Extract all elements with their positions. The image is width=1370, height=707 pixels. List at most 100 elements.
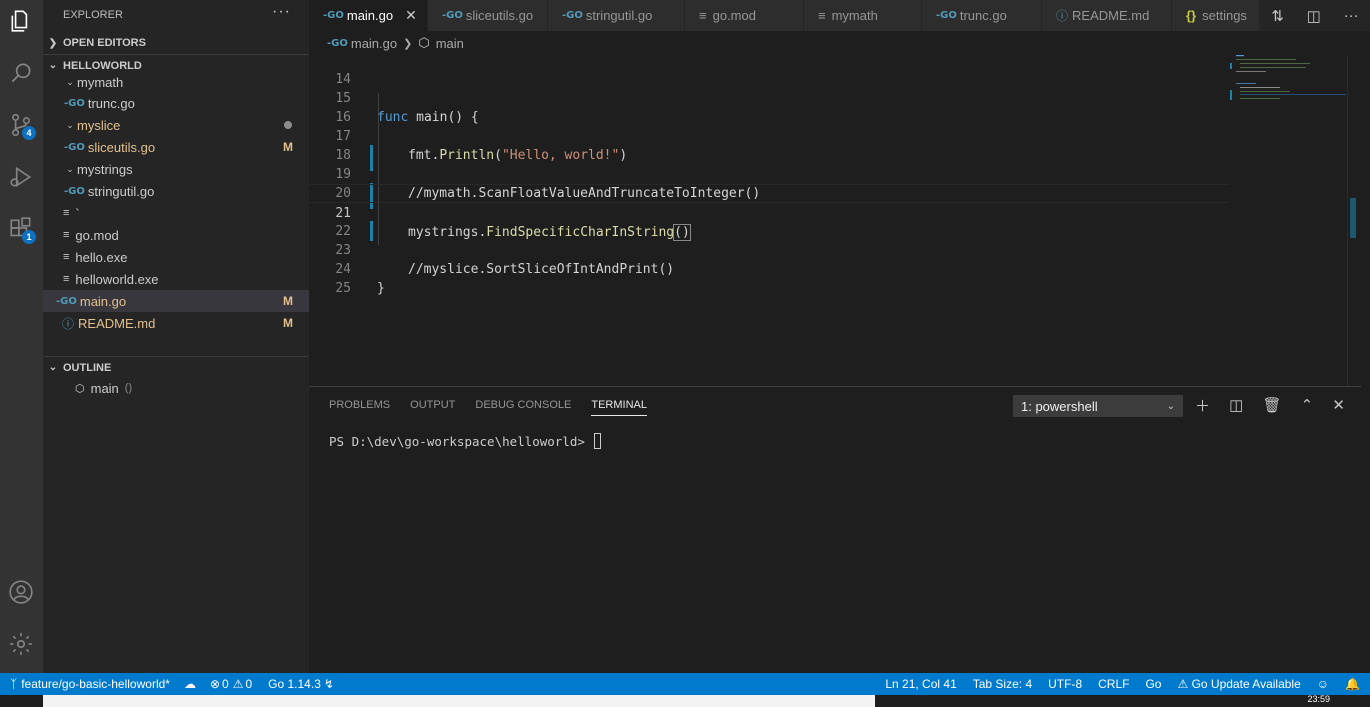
trash-icon[interactable]: 🗑 bbox=[1262, 396, 1281, 414]
more-actions-icon[interactable]: ··· bbox=[272, 3, 291, 21]
code-line: 19 //mymath.ScanFloatValueAndTruncateToI… bbox=[309, 146, 1229, 201]
go-file-icon: -GO bbox=[64, 97, 85, 109]
tree-item-label: myslice bbox=[77, 117, 121, 133]
tree-file-helloworld-exe[interactable]: ≡ helloworld.exe bbox=[43, 268, 309, 290]
compare-changes-icon[interactable]: ⇅ bbox=[1271, 7, 1284, 25]
new-terminal-icon[interactable]: ＋ bbox=[1195, 395, 1210, 416]
tab-readme-md[interactable]: ⓘ README.md bbox=[1042, 0, 1172, 31]
tab-debug-console[interactable]: DEBUG CONSOLE bbox=[475, 399, 571, 411]
panel-edge bbox=[1361, 386, 1370, 673]
notifications-bell-icon[interactable]: 🔔 bbox=[1345, 677, 1360, 691]
search-icon[interactable] bbox=[6, 58, 36, 88]
go-version-status[interactable]: Go 1.14.3 ↯ bbox=[268, 677, 334, 691]
terminal-output[interactable]: PS D:\dev\go-workspace\helloworld> bbox=[329, 433, 602, 449]
breadcrumb-symbol[interactable]: main bbox=[436, 36, 464, 51]
terminal-select[interactable]: 1: powershell ⌄ bbox=[1013, 395, 1183, 417]
feedback-icon[interactable]: ☺ bbox=[1317, 677, 1329, 691]
go-update-label: Go Update Available bbox=[1191, 677, 1301, 691]
panel-actions: ＋ ◫ 🗑 ⌃ ✕ bbox=[1195, 393, 1345, 417]
error-icon: ⊗ bbox=[209, 677, 221, 691]
tree-item-label: helloworld.exe bbox=[75, 271, 159, 287]
tree-folder-mymath[interactable]: ⌄ mymath bbox=[43, 71, 309, 93]
account-icon[interactable] bbox=[6, 577, 36, 607]
outline-section[interactable]: ⌄ OUTLINE bbox=[43, 356, 309, 378]
outline-item-main[interactable]: ⬡ main () bbox=[43, 377, 309, 399]
code-line: 18 bbox=[309, 127, 1229, 163]
chevron-down-icon: ⌄ bbox=[1166, 400, 1175, 412]
code-line-current: 21 mystrings.FindSpecificCharInString() bbox=[309, 184, 1229, 241]
cube-icon: ⬡ bbox=[75, 382, 85, 395]
tab-terminal[interactable]: TERMINAL bbox=[591, 399, 647, 416]
sync-icon[interactable]: ☁ bbox=[184, 677, 196, 691]
tree-file-sliceutils-go[interactable]: -GO sliceutils.go M bbox=[43, 136, 309, 158]
warning-count: 0 bbox=[245, 677, 253, 691]
code-line: 24 } bbox=[309, 241, 1229, 296]
tab-size[interactable]: Tab Size: 4 bbox=[973, 677, 1032, 691]
breadcrumb-file[interactable]: main.go bbox=[351, 36, 397, 51]
tree-item-label: mystrings bbox=[77, 161, 133, 177]
tree-item-label: README.md bbox=[78, 315, 156, 331]
extensions-icon[interactable]: 1 bbox=[6, 214, 36, 244]
go-update-status[interactable]: ⚠ Go Update Available bbox=[1177, 677, 1300, 691]
branch-status[interactable]: ᛉ feature/go-basic-helloworld* bbox=[10, 677, 170, 691]
tab-label: stringutil.go bbox=[585, 8, 653, 23]
tab-output[interactable]: OUTPUT bbox=[410, 399, 455, 411]
go-file-icon: -GO bbox=[56, 295, 77, 307]
outline-item-detail: () bbox=[124, 382, 133, 394]
eol[interactable]: CRLF bbox=[1098, 677, 1129, 691]
explorer-sidebar: EXPLORER ··· ❯ OPEN EDITORS ⌄ HELLOWORLD… bbox=[43, 0, 309, 673]
close-panel-icon[interactable]: ✕ bbox=[1332, 396, 1345, 414]
chevron-down-icon: ⌄ bbox=[48, 362, 58, 373]
split-editor-icon[interactable]: ◫ bbox=[1307, 7, 1321, 25]
taskbar-search[interactable] bbox=[43, 695, 875, 707]
go-file-icon: -GO bbox=[323, 10, 344, 21]
tree-file-main-go[interactable]: -GO main.go M bbox=[43, 290, 309, 312]
tree-file-hello-exe[interactable]: ≡ hello.exe bbox=[43, 246, 309, 268]
open-editors-section[interactable]: ❯ OPEN EDITORS bbox=[43, 32, 309, 54]
tab-trunc-go[interactable]: -GO trunc.go bbox=[922, 0, 1042, 31]
maximize-panel-icon[interactable]: ⌃ bbox=[1301, 396, 1314, 414]
status-bar: ᛉ feature/go-basic-helloworld* ☁ ⊗ 0 ⚠ 0… bbox=[0, 673, 1370, 695]
more-actions-icon[interactable]: ··· bbox=[1344, 7, 1359, 24]
tree-item-label: stringutil.go bbox=[87, 183, 155, 199]
minimap[interactable] bbox=[1228, 55, 1358, 115]
tab-stringutil-go[interactable]: -GO stringutil.go bbox=[548, 0, 685, 31]
tree-file-readme-md[interactable]: ⓘ README.md M bbox=[43, 312, 309, 334]
tab-label: go.mod bbox=[712, 8, 756, 23]
problems-status[interactable]: ⊗ 0 ⚠ 0 bbox=[210, 677, 252, 691]
language-mode[interactable]: Go bbox=[1145, 677, 1161, 691]
tree-file-stringutil-go[interactable]: -GO stringutil.go bbox=[43, 180, 309, 202]
git-status-badge: M bbox=[283, 140, 293, 154]
code-line: 25 bbox=[309, 260, 1229, 296]
tab-settings[interactable]: {} settings bbox=[1172, 0, 1260, 31]
split-terminal-icon[interactable]: ◫ bbox=[1229, 396, 1243, 414]
tree-folder-myslice[interactable]: ⌄ myslice bbox=[43, 114, 309, 136]
workspace-label: HELLOWORLD bbox=[63, 59, 142, 72]
tab-problems[interactable]: PROBLEMS bbox=[329, 399, 390, 411]
code-text: } bbox=[377, 281, 385, 296]
source-control-icon[interactable]: 4 bbox=[6, 110, 36, 140]
tab-mymath[interactable]: ≡ mymath bbox=[804, 0, 922, 31]
settings-gear-icon[interactable] bbox=[6, 629, 36, 659]
cube-icon: ⬡ bbox=[418, 35, 430, 50]
tab-main-go[interactable]: -GO main.go ✕ bbox=[309, 0, 428, 31]
tree-folder-mystrings[interactable]: ⌄ mystrings bbox=[43, 158, 309, 180]
tree-file-trunc-go[interactable]: -GO trunc.go bbox=[43, 92, 309, 114]
run-debug-icon[interactable] bbox=[6, 162, 36, 192]
encoding[interactable]: UTF-8 bbox=[1048, 677, 1082, 691]
file-lines-icon: ≡ bbox=[818, 8, 826, 23]
activity-bar: 4 1 bbox=[0, 0, 43, 673]
editor-scrollbar[interactable] bbox=[1347, 55, 1361, 386]
tab-go-mod[interactable]: ≡ go.mod bbox=[685, 0, 804, 31]
close-icon[interactable]: ✕ bbox=[405, 7, 417, 24]
cursor-position[interactable]: Ln 21, Col 41 bbox=[885, 677, 956, 691]
go-file-icon: -GO bbox=[442, 10, 463, 21]
tree-file-backtick[interactable]: ≡ ` bbox=[43, 202, 309, 224]
tab-sliceutils-go[interactable]: -GO sliceutils.go bbox=[428, 0, 548, 31]
tree-file-go-mod[interactable]: ≡ go.mod bbox=[43, 224, 309, 246]
explorer-icon[interactable] bbox=[6, 6, 36, 36]
tab-label: main.go bbox=[346, 8, 394, 23]
go-file-icon: -GO bbox=[64, 141, 85, 153]
code-editor[interactable]: 14 15 func main() { 16 17 fmt.Println("H… bbox=[309, 55, 1361, 386]
file-lines-icon: ≡ bbox=[63, 251, 70, 263]
